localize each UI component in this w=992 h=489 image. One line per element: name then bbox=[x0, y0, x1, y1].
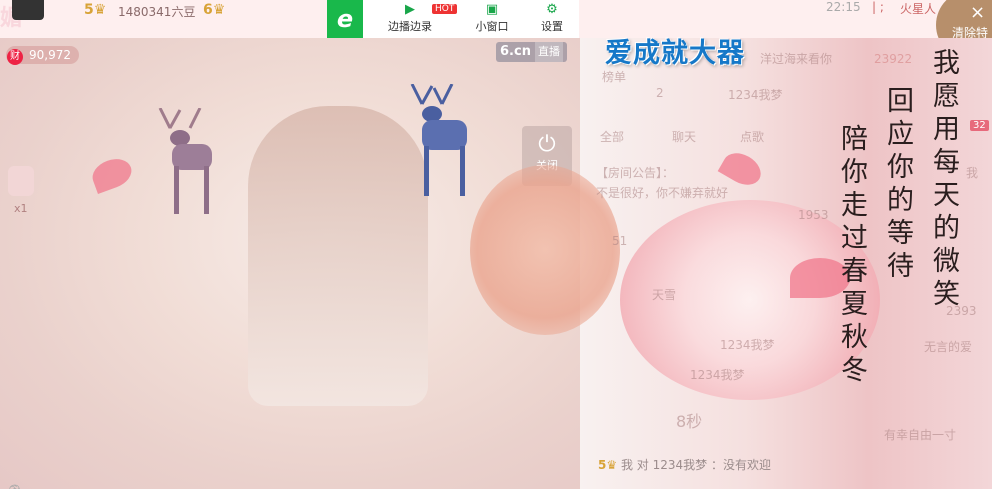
star-user-link[interactable]: 火星人 bbox=[900, 0, 936, 17]
chat-line: 1234我梦 bbox=[690, 368, 745, 382]
chat-line: 51 bbox=[612, 234, 628, 248]
chat-line: 8秒 bbox=[676, 412, 703, 431]
hot-badge: HOT bbox=[432, 4, 458, 14]
chat-line: 天雪 bbox=[652, 288, 677, 302]
window-icon: ▣ bbox=[485, 2, 499, 17]
chat-line: 1953 bbox=[798, 208, 829, 222]
close-icon: × bbox=[970, 2, 986, 23]
gift-icon[interactable] bbox=[8, 166, 34, 196]
deer-decoration bbox=[158, 108, 212, 214]
room-announcement: 【房间公告】： bbox=[596, 166, 675, 180]
app-logo[interactable]: e bbox=[327, 0, 363, 38]
chat-username[interactable]: 1234我梦 bbox=[653, 458, 708, 472]
clock: 22:15 bbox=[826, 0, 861, 14]
mini-window-button[interactable]: ▣ 小窗口 bbox=[461, 2, 523, 36]
chat-line: 洋过海来看你 bbox=[760, 52, 833, 66]
power-icon: ⏻ bbox=[538, 132, 556, 157]
badge-count: 32 bbox=[970, 120, 989, 131]
poem-column: 陪你走过春夏秋冬 bbox=[836, 124, 867, 388]
chat-line: 2 bbox=[656, 86, 664, 100]
chat-line: 无言的爱 bbox=[924, 340, 973, 354]
chat-tab-rank[interactable]: 榜单 bbox=[602, 68, 626, 85]
chat-line: 有幸自由一寸 bbox=[884, 428, 957, 442]
crown-icon: ♛ bbox=[606, 458, 618, 472]
microphone-icon[interactable]: 🎙 bbox=[4, 484, 27, 489]
separator: | ; bbox=[872, 0, 884, 14]
poem-column: 我愿用每天的微笑 bbox=[928, 48, 959, 312]
gift-count: x1 bbox=[14, 202, 28, 215]
gear-icon: ⚙ bbox=[546, 2, 558, 17]
chat-line: 我 bbox=[966, 166, 979, 180]
host-level: 5♛ bbox=[84, 2, 107, 18]
gift-effect-headline: 爱成就大器 bbox=[605, 38, 745, 69]
chat-line: 23922 bbox=[874, 52, 913, 66]
viewer-count: 财 90,972 bbox=[6, 46, 79, 65]
chat-line: 1234我梦 bbox=[720, 338, 775, 352]
deer-decoration bbox=[410, 84, 467, 196]
chat-tab-songs[interactable]: 点歌 bbox=[740, 128, 764, 145]
wealth-level: 6♛ bbox=[203, 2, 226, 18]
chat-line: 不是很好，你不嫌弃就好 bbox=[596, 186, 729, 200]
poem-column: 回应你的等待 bbox=[882, 86, 913, 284]
chat-tab-all[interactable]: 全部 bbox=[600, 128, 624, 145]
wealth-icon: 财 bbox=[7, 49, 23, 65]
crown-icon: ♛ bbox=[212, 2, 226, 18]
site-watermark: 6.cn 直播 bbox=[496, 42, 567, 62]
settings-button[interactable]: ⚙ 设置 bbox=[521, 2, 583, 36]
chat-line: 1234我梦 bbox=[728, 88, 783, 102]
chat-tab-chat[interactable]: 聊天 bbox=[672, 128, 696, 145]
host-uid: 1480341六豆 bbox=[118, 5, 196, 19]
chat-message: 5♛ 我 对 1234我梦 ：没有欢迎 bbox=[598, 458, 771, 472]
crown-icon: ♛ bbox=[93, 2, 107, 18]
host-avatar[interactable] bbox=[12, 0, 44, 20]
